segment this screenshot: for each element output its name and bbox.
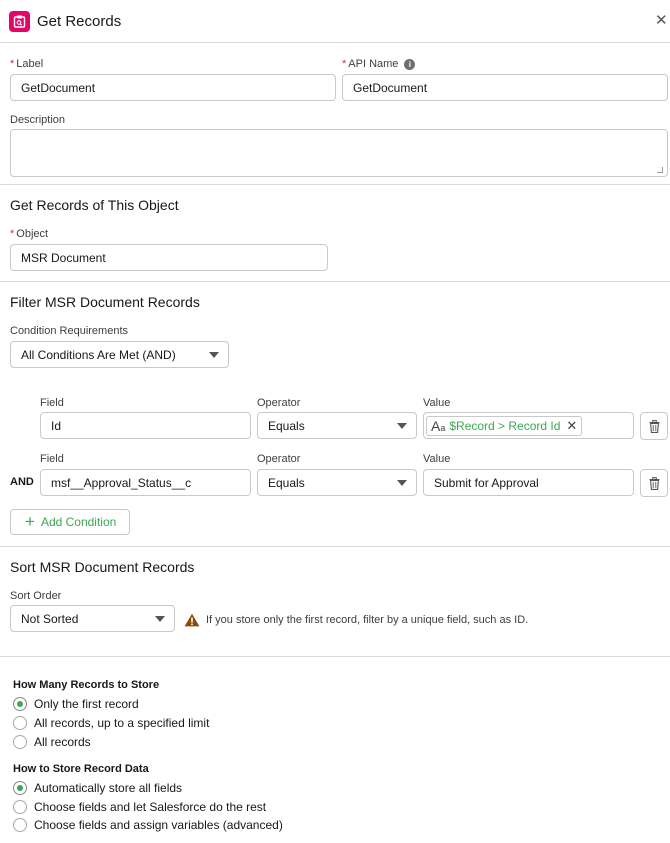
remove-pill-icon[interactable]: ✕ <box>566 418 577 434</box>
add-condition-label: Add Condition <box>40 515 117 529</box>
radio-all-records[interactable]: All records <box>13 735 91 749</box>
radio-label: Choose fields and let Salesforce do the … <box>34 800 267 814</box>
resource-pill[interactable]: Aa $Record > Record Id ✕ <box>426 415 583 436</box>
radio-label: Only the first record <box>34 697 139 711</box>
trash-icon <box>649 477 660 490</box>
condition-2-value-input[interactable]: Submit for Approval <box>423 469 634 496</box>
delete-condition-1-button[interactable] <box>640 412 668 440</box>
resize-handle-icon[interactable] <box>657 167 663 173</box>
panel-title: Get Records <box>37 13 122 30</box>
close-icon[interactable]: ✕ <box>655 13 668 29</box>
radio-label: Automatically store all fields <box>34 781 183 795</box>
condition-requirements-label: Condition Requirements <box>10 325 129 337</box>
object-input[interactable]: MSR Document <box>10 244 328 271</box>
sort-section-title: Sort MSR Document Records <box>10 559 195 575</box>
object-field-label: * Object <box>10 228 49 240</box>
chevron-down-icon <box>397 422 407 429</box>
description-textarea[interactable] <box>10 129 668 177</box>
condition-value-label: Value <box>423 453 451 465</box>
chevron-down-icon <box>155 615 165 622</box>
condition-1-value-input[interactable]: Aa $Record > Record Id ✕ <box>423 412 634 439</box>
radio-choose-fields-salesforce[interactable]: Choose fields and let Salesforce do the … <box>13 800 266 814</box>
condition-field-label: Field <box>40 453 64 465</box>
condition-requirements-select[interactable]: All Conditions Are Met (AND) <box>10 341 229 368</box>
warning-icon <box>184 613 200 627</box>
condition-1-operator-value: Equals <box>268 418 305 433</box>
condition-operator-label: Operator <box>257 397 301 409</box>
radio-label: All records, up to a specified limit <box>34 716 210 730</box>
sort-order-value: Not Sorted <box>21 611 79 626</box>
description-field-label: Description <box>10 114 66 126</box>
and-logic-label: AND <box>10 476 34 488</box>
plus-icon: + <box>25 512 35 531</box>
trash-icon <box>649 420 660 433</box>
divider <box>0 184 670 185</box>
add-condition-button[interactable]: + Add Condition <box>10 509 130 535</box>
radio-icon[interactable] <box>13 818 27 832</box>
condition-1-operator-select[interactable]: Equals <box>257 412 417 439</box>
sort-order-label: Sort Order <box>10 590 62 602</box>
condition-2-operator-select[interactable]: Equals <box>257 469 417 496</box>
text-resource-icon: Aa <box>431 417 446 434</box>
api-name-field-label: * API Name i <box>342 58 416 70</box>
radio-label: Choose fields and assign variables (adva… <box>34 818 283 832</box>
condition-value-label: Value <box>423 397 451 409</box>
store-count-title: How Many Records to Store <box>13 679 160 691</box>
radio-only-first-record[interactable]: Only the first record <box>13 697 139 711</box>
condition-requirements-value: All Conditions Are Met (AND) <box>21 347 176 362</box>
delete-condition-2-button[interactable] <box>640 469 668 497</box>
condition-field-label: Field <box>40 397 64 409</box>
store-data-title: How to Store Record Data <box>13 763 149 775</box>
sort-order-select[interactable]: Not Sorted <box>10 605 175 632</box>
info-icon[interactable]: i <box>404 59 416 70</box>
get-records-icon <box>9 11 30 32</box>
sort-hint-text: If you store only the first record, filt… <box>206 614 529 626</box>
radio-selected-icon[interactable] <box>13 781 27 795</box>
panel-header: Get Records ✕ <box>0 0 670 43</box>
label-field-label: * Label <box>10 58 44 70</box>
radio-icon[interactable] <box>13 735 27 749</box>
radio-icon[interactable] <box>13 716 27 730</box>
chevron-down-icon <box>397 479 407 486</box>
filter-section-title: Filter MSR Document Records <box>10 294 200 310</box>
divider <box>0 656 670 657</box>
chevron-down-icon <box>209 351 219 358</box>
condition-2-operator-value: Equals <box>268 475 305 490</box>
label-input[interactable]: GetDocument <box>10 74 336 101</box>
radio-label: All records <box>34 735 91 749</box>
divider <box>0 546 670 547</box>
condition-2-field-input[interactable]: msf__Approval_Status__c <box>40 469 251 496</box>
api-name-input[interactable]: GetDocument <box>342 74 668 101</box>
radio-selected-icon[interactable] <box>13 697 27 711</box>
condition-operator-label: Operator <box>257 453 301 465</box>
radio-auto-store-fields[interactable]: Automatically store all fields <box>13 781 182 795</box>
radio-all-records-limit[interactable]: All records, up to a specified limit <box>13 716 209 730</box>
divider <box>0 281 670 282</box>
object-section-title: Get Records of This Object <box>10 197 179 213</box>
radio-choose-fields-variables[interactable]: Choose fields and assign variables (adva… <box>13 818 283 832</box>
radio-icon[interactable] <box>13 800 27 814</box>
condition-1-field-input[interactable]: Id <box>40 412 251 439</box>
resource-pill-label: $Record > Record Id <box>449 418 561 433</box>
